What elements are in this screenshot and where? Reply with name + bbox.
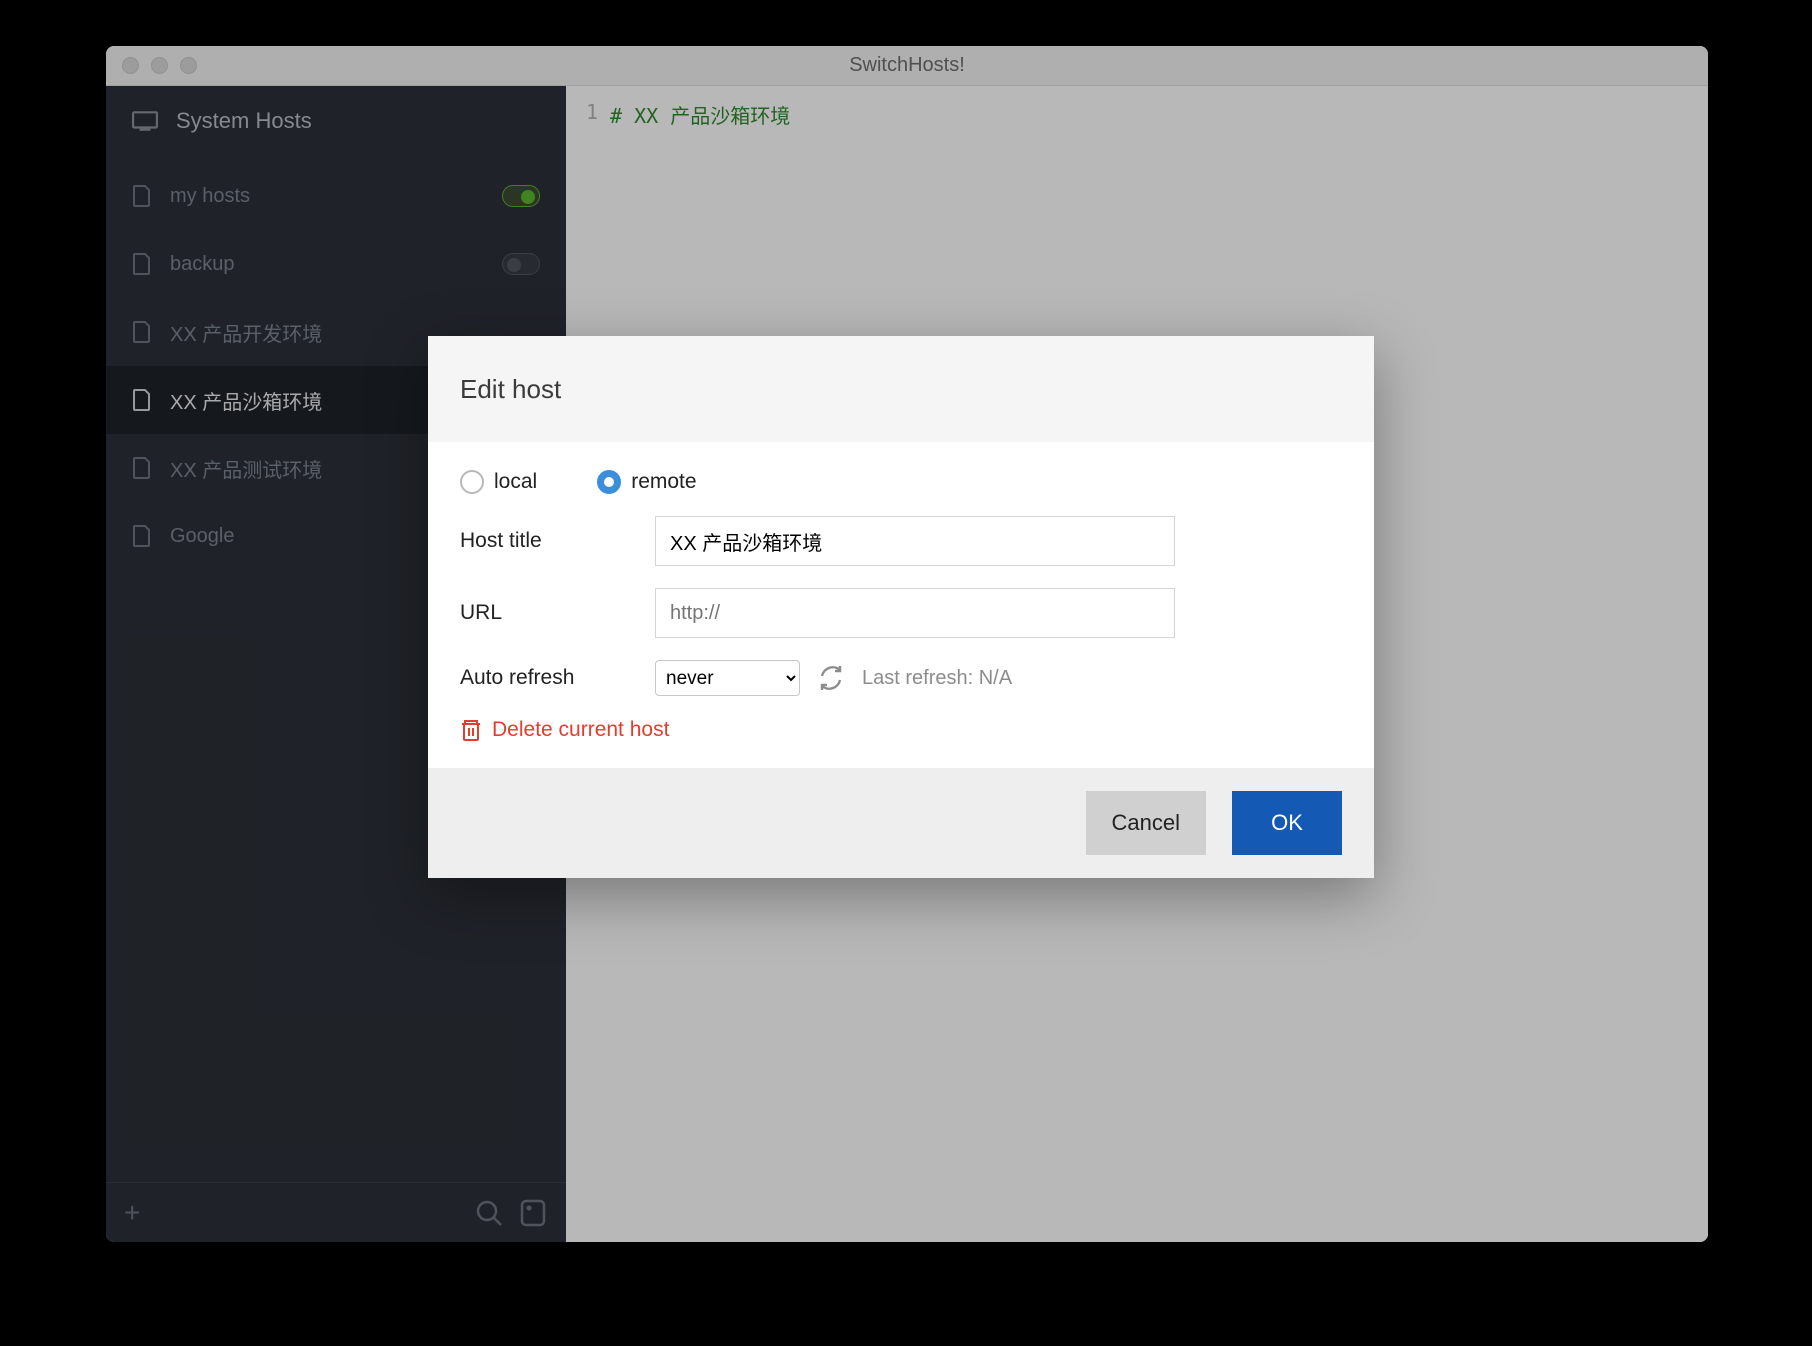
delete-host-button[interactable]: Delete current host: [460, 718, 1342, 742]
dialog-title: Edit host: [428, 336, 1374, 442]
url-row: URL: [460, 588, 1342, 638]
host-title-label: Host title: [460, 529, 655, 553]
auto-refresh-row: Auto refresh never Last refresh: N/A: [460, 660, 1342, 696]
radio-remote-label: remote: [631, 470, 696, 494]
url-input[interactable]: [655, 588, 1175, 638]
cancel-button[interactable]: Cancel: [1086, 791, 1206, 855]
modal-overlay[interactable]: Edit host local remote Host title: [0, 0, 1812, 1346]
last-refresh-label: Last refresh: N/A: [862, 667, 1012, 690]
ok-button[interactable]: OK: [1232, 791, 1342, 855]
radio-local-label: local: [494, 470, 537, 494]
trash-icon: [460, 718, 482, 742]
radio-dot: [460, 470, 484, 494]
dialog-footer: Cancel OK: [428, 768, 1374, 878]
auto-refresh-label: Auto refresh: [460, 666, 655, 690]
url-label: URL: [460, 601, 655, 625]
auto-refresh-select[interactable]: never: [655, 660, 800, 696]
refresh-icon[interactable]: [818, 665, 844, 691]
radio-dot: [597, 470, 621, 494]
edit-host-dialog: Edit host local remote Host title: [428, 336, 1374, 878]
dialog-body: local remote Host title URL: [428, 442, 1374, 768]
type-row: local remote: [460, 470, 1342, 494]
delete-host-label: Delete current host: [492, 718, 669, 742]
radio-local[interactable]: local: [460, 470, 537, 494]
radio-remote[interactable]: remote: [597, 470, 696, 494]
host-title-input[interactable]: [655, 516, 1175, 566]
host-title-row: Host title: [460, 516, 1342, 566]
